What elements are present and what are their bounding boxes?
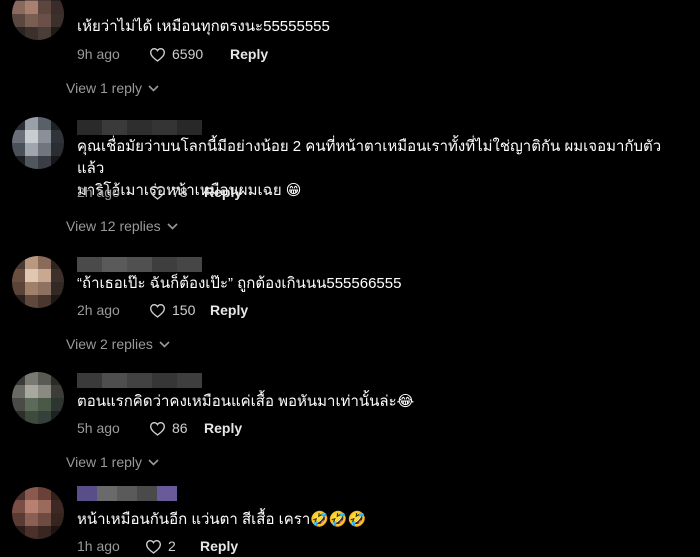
comment-time: 2h ago: [77, 184, 120, 200]
username-blurred[interactable]: [77, 373, 202, 388]
username-blurred[interactable]: [77, 257, 202, 272]
chevron-down-icon: [167, 222, 178, 230]
like-count: 78: [172, 184, 188, 200]
comment-meta: 1h ago 2 Reply: [77, 535, 238, 557]
like-button[interactable]: 150: [149, 302, 208, 318]
like-button[interactable]: 86: [149, 420, 202, 436]
like-button[interactable]: 78: [149, 184, 202, 200]
chevron-down-icon: [148, 84, 159, 92]
view-replies-label: View 12 replies: [66, 218, 161, 234]
comment-time: 1h ago: [77, 538, 120, 554]
view-replies-button[interactable]: View 1 reply: [66, 454, 159, 470]
chevron-down-icon: [148, 458, 159, 466]
heart-icon: [149, 47, 166, 62]
heart-icon: [145, 539, 162, 554]
comment-meta: 2h ago 150 Reply: [77, 299, 248, 321]
view-replies-label: View 1 reply: [66, 454, 143, 470]
reply-button[interactable]: Reply: [204, 184, 242, 200]
view-replies-button[interactable]: View 2 replies: [66, 336, 170, 352]
reply-button[interactable]: Reply: [200, 538, 238, 554]
avatar[interactable]: [12, 117, 64, 169]
comment-time: 9h ago: [77, 46, 120, 62]
comment-text: “ถ้าเธอเป๊ะ ฉันก็ต้องเป๊ะ” ถูกต้องเกินนน…: [77, 275, 402, 292]
comment-meta: 5h ago 86 Reply: [77, 417, 242, 439]
view-replies-label: View 1 reply: [66, 80, 143, 96]
comment-time: 5h ago: [77, 420, 120, 436]
avatar[interactable]: [12, 372, 64, 424]
comment-meta: 9h ago 6590 Reply: [77, 43, 268, 65]
heart-icon: [149, 303, 166, 318]
chevron-down-icon: [159, 340, 170, 348]
username-blurred[interactable]: [77, 120, 202, 135]
comment-meta: 2h ago 78 Reply: [77, 181, 242, 203]
reply-button[interactable]: Reply: [204, 420, 242, 436]
like-button[interactable]: 2: [145, 538, 198, 554]
reply-button[interactable]: Reply: [230, 46, 268, 62]
comment-time: 2h ago: [77, 302, 120, 318]
like-count: 2: [168, 538, 176, 554]
heart-icon: [149, 421, 166, 436]
avatar[interactable]: [12, 0, 64, 40]
view-replies-button[interactable]: View 12 replies: [66, 218, 178, 234]
like-button[interactable]: 6590: [149, 46, 228, 62]
username-blurred[interactable]: [77, 486, 177, 501]
like-count: 150: [172, 302, 196, 318]
comment-text: หน้าเหมือนกันอีก แว่นตา สีเสื้อ เครา🤣🤣🤣: [77, 511, 367, 528]
avatar[interactable]: [12, 256, 64, 308]
comment-text: เห้ยว่าไม่ได้ เหมือนทุกตรงนะ55555555: [77, 18, 330, 35]
avatar[interactable]: [12, 487, 64, 539]
reply-button[interactable]: Reply: [210, 302, 248, 318]
like-count: 6590: [172, 46, 204, 62]
heart-icon: [149, 185, 166, 200]
like-count: 86: [172, 420, 188, 436]
view-replies-button[interactable]: View 1 reply: [66, 80, 159, 96]
comment-text: ตอนแรกคิดว่าคงเหมือนแค่เสื้อ พอหันมาเท่า…: [77, 393, 415, 410]
view-replies-label: View 2 replies: [66, 336, 153, 352]
